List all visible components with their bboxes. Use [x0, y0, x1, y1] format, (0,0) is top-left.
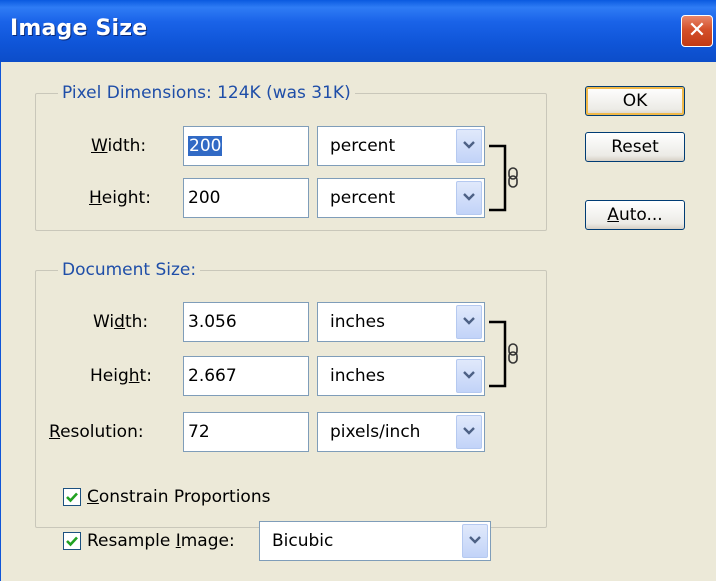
checkmark-icon [66, 536, 78, 547]
doc-width-unit-select[interactable]: inches [317, 302, 485, 342]
chain-link-icon [508, 343, 518, 364]
chevron-down-icon[interactable] [456, 305, 482, 339]
close-button[interactable]: ✕ [681, 15, 713, 47]
image-size-dialog: Pixel Dimensions: 124K (was 31K) Width: … [0, 62, 716, 581]
doc-height-unit-select[interactable]: inches [317, 356, 485, 396]
doc-height-input[interactable]: 2.667 [183, 356, 309, 396]
pixel-dimensions-legend: Pixel Dimensions: 124K (was 31K) [58, 83, 355, 103]
chain-link-icon [508, 167, 518, 188]
window-title: Image Size [10, 16, 148, 41]
chevron-down-icon[interactable] [462, 524, 488, 558]
resolution-input[interactable]: 72 [183, 412, 309, 452]
chevron-down-icon[interactable] [456, 359, 482, 393]
pixel-width-input[interactable]: 200 [183, 126, 309, 166]
checkmark-icon [66, 492, 78, 503]
pixel-height-input[interactable]: 200 [183, 178, 309, 218]
auto-button[interactable]: Auto... [585, 200, 685, 230]
resample-image-label[interactable]: Resample Image: [87, 531, 235, 551]
pixel-width-unit-select[interactable]: percent [317, 126, 485, 166]
resample-image-checkbox[interactable] [63, 532, 81, 550]
resolution-label: Resolution: [49, 422, 144, 442]
chevron-down-icon[interactable] [456, 415, 482, 449]
resample-method-select[interactable]: Bicubic [259, 521, 491, 561]
constrain-proportions-checkbox[interactable] [63, 488, 81, 506]
pixel-width-label: Width: [91, 136, 147, 156]
document-size-legend: Document Size: [58, 260, 201, 280]
ok-button[interactable]: OK [585, 86, 685, 116]
doc-height-label: Height: [90, 366, 152, 386]
title-bar[interactable]: Image Size ✕ [0, 0, 716, 62]
close-icon: ✕ [687, 18, 707, 43]
doc-width-input[interactable]: 3.056 [183, 302, 309, 342]
pixel-height-label: Height: [89, 188, 151, 208]
chevron-down-icon[interactable] [456, 181, 482, 215]
resolution-unit-select[interactable]: pixels/inch [317, 412, 485, 452]
pixel-dimensions-link-bracket [489, 144, 518, 212]
constrain-proportions-label[interactable]: Constrain Proportions [87, 487, 270, 507]
document-size-link-bracket [489, 320, 518, 388]
reset-button[interactable]: Reset [585, 132, 685, 162]
chevron-down-icon[interactable] [456, 129, 482, 163]
pixel-height-unit-select[interactable]: percent [317, 178, 485, 218]
doc-width-label: Width: [93, 312, 149, 332]
